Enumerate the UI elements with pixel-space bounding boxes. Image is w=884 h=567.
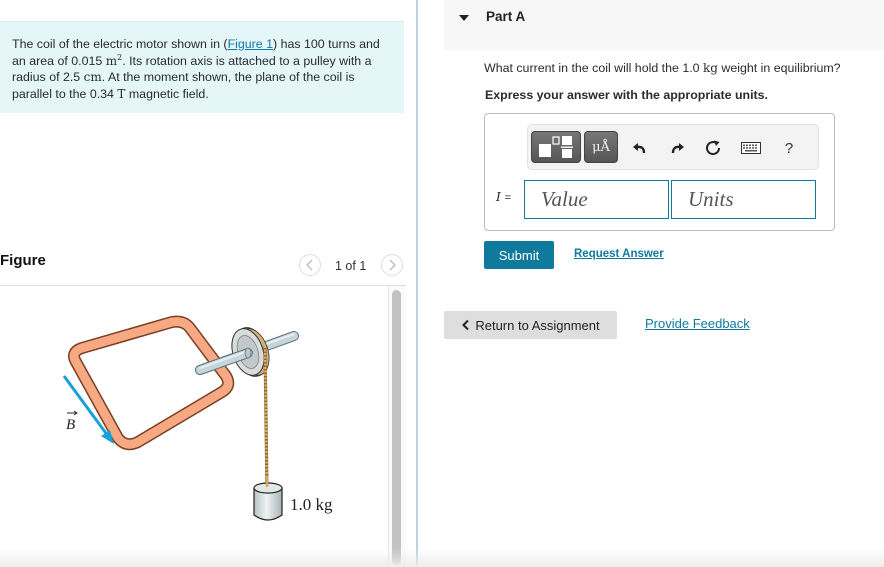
question-unit: kg [703, 61, 718, 75]
chevron-right-icon [389, 259, 396, 271]
problem-text: magnetic field. [125, 86, 209, 101]
part-title: Part A [486, 9, 526, 24]
units-input[interactable]: Units [671, 180, 816, 219]
keyboard-icon [741, 142, 761, 154]
units-button[interactable]: μÅ [584, 131, 618, 163]
equals-sign: = [504, 192, 512, 204]
undo-icon [633, 143, 646, 154]
help-button[interactable]: ? [778, 137, 800, 159]
figure-counter: 1 of 1 [335, 259, 367, 273]
radius-unit: cm [83, 70, 102, 84]
caret-down-icon[interactable] [458, 13, 470, 23]
problem-text: The coil of the electric motor shown in … [12, 37, 228, 51]
instruction-text: Express your answer with the appropriate… [485, 88, 768, 102]
figure-link[interactable]: Figure 1 [228, 37, 273, 51]
field-label: B [66, 417, 75, 433]
keyboard-button[interactable] [740, 137, 762, 159]
redo-button[interactable] [666, 137, 688, 159]
part-a-header[interactable] [444, 0, 884, 50]
variable: I [496, 190, 501, 204]
area-unit: m2 [105, 53, 122, 68]
return-to-assignment-button[interactable]: Return to Assignment [444, 311, 617, 339]
chevron-left-icon [462, 319, 470, 331]
coil [68, 315, 235, 451]
left-panel: The coil of the electric motor shown in … [0, 0, 416, 567]
figure-scrollbar-thumb[interactable] [392, 290, 401, 565]
unit-m: m [105, 53, 118, 68]
question-part: weight in equilibrium? [717, 61, 841, 75]
mass-label: 1.0 kg [290, 495, 333, 514]
submit-button[interactable]: Submit [484, 241, 554, 269]
chevron-left-icon [306, 259, 313, 271]
templates-button[interactable] [531, 131, 581, 163]
return-label: Return to Assignment [475, 317, 600, 333]
undo-button[interactable] [629, 137, 651, 159]
reset-icon [706, 140, 721, 156]
figure-next-button[interactable] [381, 254, 403, 276]
problem-statement: The coil of the electric motor shown in … [0, 21, 404, 113]
figure-prev-button[interactable] [299, 254, 321, 276]
figure-title: Figure [0, 252, 46, 269]
redo-icon [671, 143, 684, 154]
rope [263, 345, 269, 492]
reset-button[interactable] [702, 137, 724, 159]
templates-icon [539, 136, 573, 158]
vector-arrow-icon [67, 410, 78, 416]
value-input[interactable]: Value [524, 180, 669, 219]
provide-feedback-link[interactable]: Provide Feedback [645, 316, 750, 331]
panel-divider[interactable] [416, 0, 418, 567]
motor-figure: 1.0 kg B [62, 315, 333, 521]
question-text: What current in the coil will hold the 1… [484, 61, 841, 75]
answer-variable-label: I = [496, 190, 511, 204]
weight [253, 476, 283, 521]
request-answer-link[interactable]: Request Answer [574, 248, 664, 260]
question-part: What current in the coil will hold the 1… [484, 61, 704, 75]
